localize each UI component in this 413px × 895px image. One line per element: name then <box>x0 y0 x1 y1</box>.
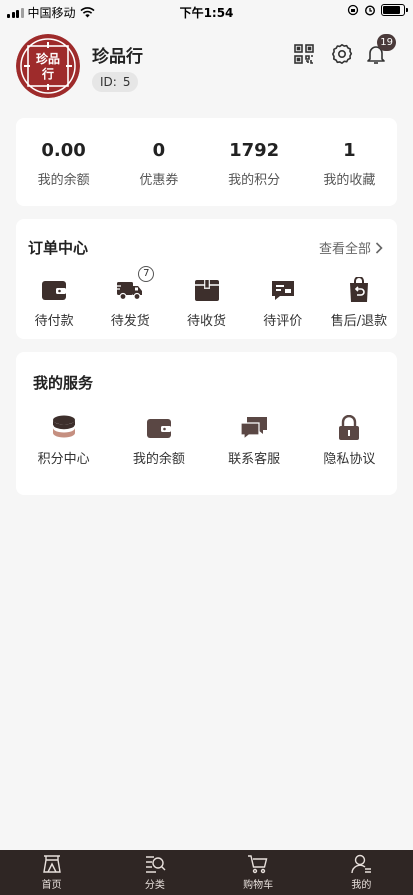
category-search-icon <box>145 856 166 873</box>
wallet-icon <box>146 419 171 438</box>
order-status-label: 待付款 <box>34 314 74 329</box>
tab-label: 分类 <box>144 880 165 891</box>
truck-icon <box>116 282 143 301</box>
stat-value: 1792 <box>229 140 280 161</box>
stat-points[interactable]: 1792 我的积分 <box>207 118 302 206</box>
alarm-icon <box>364 5 376 16</box>
service-label: 联系客服 <box>228 452 281 467</box>
status-left: 中国移动 <box>7 4 95 21</box>
tab-cart[interactable]: 购物车 <box>207 850 310 895</box>
lock-icon <box>339 415 360 440</box>
qr-code-button[interactable] <box>292 42 316 66</box>
stat-balance[interactable]: 0.00 我的余额 <box>16 118 111 206</box>
tab-label: 我的 <box>351 880 372 891</box>
order-status-row: 待付款 7 待发货 待收货 待评价 售后/退款 <box>16 266 397 329</box>
user-id-value: 5 <box>122 75 131 89</box>
view-all-orders-link[interactable]: 查看全部 <box>319 238 383 257</box>
wifi-icon <box>79 7 95 18</box>
service-label: 隐私协议 <box>323 452 376 467</box>
stat-value: 0.00 <box>41 140 86 161</box>
user-id-label: ID: <box>100 75 117 89</box>
review-icon <box>271 281 294 300</box>
order-status-label: 待收货 <box>187 314 227 329</box>
stat-label: 我的积分 <box>228 173 281 188</box>
stat-favorites[interactable]: 1 我的收藏 <box>302 118 397 206</box>
service-label: 我的余额 <box>132 452 185 467</box>
stat-coupons[interactable]: 0 优惠券 <box>111 118 206 206</box>
order-pending-review[interactable]: 待评价 <box>245 276 321 329</box>
carrier-name: 中国移动 <box>27 6 76 20</box>
cart-icon <box>248 855 268 874</box>
order-status-label: 待发货 <box>110 314 150 329</box>
bottom-tab-bar: 首页 分类 购物车 我的 <box>0 850 413 895</box>
order-center-card: 订单中心 查看全部 待付款 7 待发货 待收货 待评价 售后/退款 <box>16 219 397 339</box>
tab-label: 首页 <box>41 880 62 891</box>
order-status-label: 售后/退款 <box>330 314 388 329</box>
user-icon <box>351 854 372 874</box>
view-all-label: 查看全部 <box>318 242 371 257</box>
status-right <box>347 4 408 16</box>
order-pending-receipt[interactable]: 待收货 <box>168 276 244 329</box>
qr-code-icon <box>294 44 314 64</box>
tab-mine[interactable]: 我的 <box>310 850 413 895</box>
tab-category[interactable]: 分类 <box>103 850 206 895</box>
notifications-button[interactable]: 19 <box>364 34 396 66</box>
my-services-card: 我的服务 积分中心 我的余额 联系客服 隐私协议 <box>16 352 397 495</box>
tab-home[interactable]: 首页 <box>0 850 103 895</box>
avatar[interactable]: 珍品 行 <box>16 34 80 98</box>
user-id-badge: ID: 5 <box>92 72 139 92</box>
service-points-center[interactable]: 积分中心 <box>16 414 111 467</box>
chat-icon <box>240 417 268 440</box>
service-my-balance[interactable]: 我的余额 <box>111 414 206 467</box>
settings-button[interactable] <box>330 42 354 66</box>
stat-value: 0 <box>152 140 166 161</box>
gear-icon <box>332 44 353 64</box>
refund-bag-icon <box>349 277 368 302</box>
my-services-title: 我的服务 <box>33 374 94 392</box>
stats-card: 0.00 我的余额 0 优惠券 1792 我的积分 1 我的收藏 <box>16 118 397 206</box>
logo-text-top: 珍品 <box>36 51 60 66</box>
battery-icon <box>381 4 408 16</box>
pending-shipment-count-badge: 7 <box>138 266 155 282</box>
home-icon <box>42 855 61 873</box>
rotation-lock-icon <box>347 4 359 16</box>
order-center-title: 订单中心 <box>28 239 89 257</box>
notification-count-badge: 19 <box>377 34 396 51</box>
logo-text-bottom: 行 <box>41 66 54 81</box>
order-status-label: 待评价 <box>263 314 303 329</box>
stat-label: 优惠券 <box>139 173 179 188</box>
signal-icon <box>7 7 24 18</box>
package-icon <box>194 280 219 301</box>
status-bar: 中国移动 下午1:54 <box>0 0 413 22</box>
stat-value: 1 <box>343 140 356 161</box>
service-contact-support[interactable]: 联系客服 <box>207 414 302 467</box>
brand-logo: 珍品 行 <box>16 34 80 98</box>
service-privacy-policy[interactable]: 隐私协议 <box>302 414 397 467</box>
username: 珍品行 <box>92 47 143 67</box>
order-pending-shipment[interactable]: 7 待发货 <box>92 266 168 329</box>
stat-label: 我的收藏 <box>323 173 376 188</box>
services-row: 积分中心 我的余额 联系客服 隐私协议 <box>16 414 397 467</box>
service-label: 积分中心 <box>37 452 90 467</box>
chevron-right-icon <box>375 241 383 254</box>
tab-label: 购物车 <box>243 880 274 891</box>
coin-stack-icon <box>52 415 76 438</box>
order-after-sales[interactable]: 售后/退款 <box>321 276 397 329</box>
stat-label: 我的余额 <box>37 173 90 188</box>
wallet-icon <box>42 281 67 300</box>
order-pending-payment[interactable]: 待付款 <box>16 276 92 329</box>
